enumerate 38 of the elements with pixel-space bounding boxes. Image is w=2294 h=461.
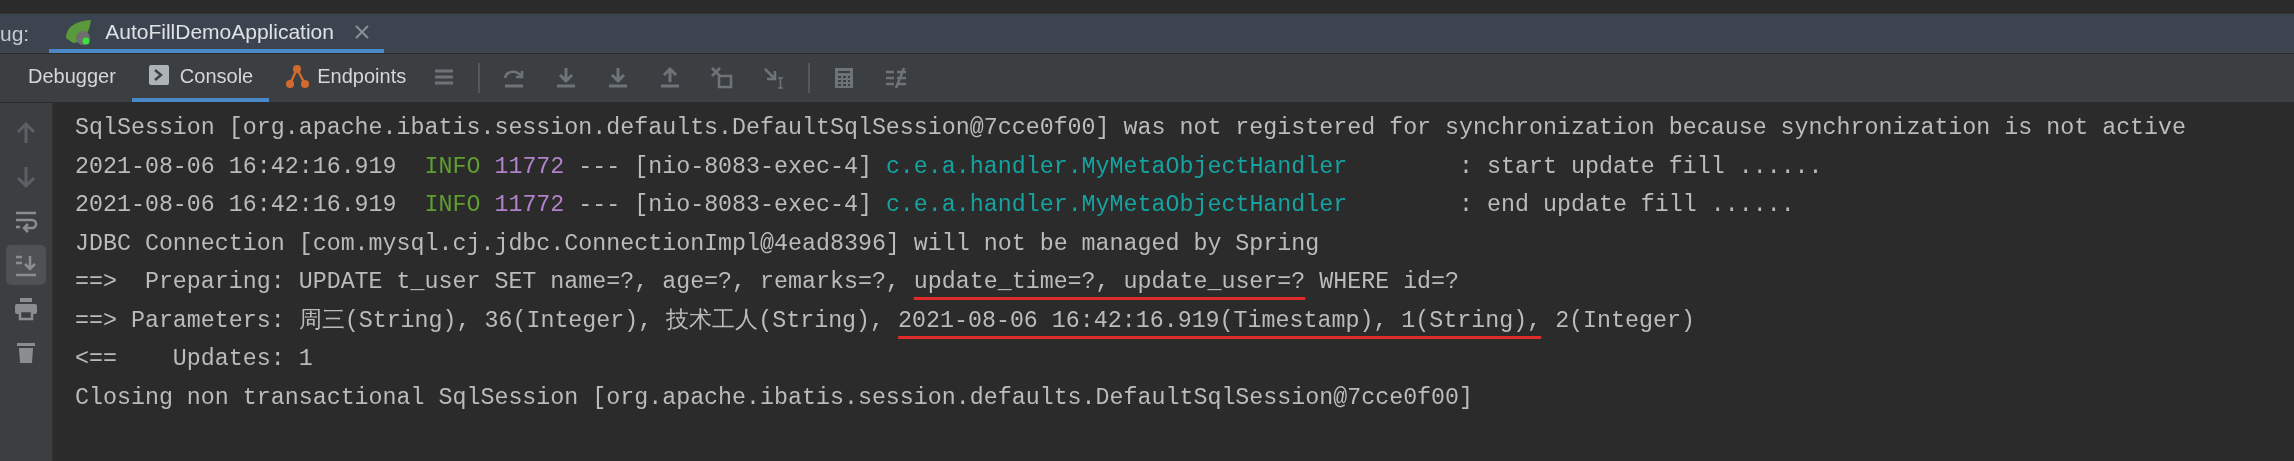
- log-text: <== Updates: 1: [75, 345, 313, 374]
- drop-frame-icon[interactable]: [710, 66, 735, 90]
- console-tab[interactable]: Console: [131, 54, 270, 102]
- log-text: SqlSession [org.apache.ibatis.session.defaults.DefaultSqlSession@7cce0f00] was not registered for synchronization because synchronization is not active: [75, 114, 2187, 143]
- log-text: JDBC Connection [com.mysql.cj.jdbc.ConnectionImpl@4ead8396] will not be managed by Spring: [75, 229, 1320, 259]
- log-text: 11772: [494, 152, 565, 182]
- log-text: : start update fill ......: [1458, 152, 1823, 182]
- console-tab[interactable]: Endpoints: [269, 54, 423, 102]
- log-text: : end update fill ......: [1458, 191, 1795, 220]
- log-text: c.e.a.handler.MyMetaObjectHandler: [885, 191, 1348, 220]
- log-text: INFO: [424, 191, 482, 220]
- nodes-icon: [285, 64, 310, 88]
- close-icon[interactable]: [354, 23, 370, 40]
- printer-icon: [14, 297, 38, 321]
- log-text: 2021-08-06 16:42:16.919: [75, 152, 398, 182]
- log-text: WHERE id=?: [1318, 268, 1460, 297]
- arrow-up-icon: [14, 121, 38, 145]
- log-text: 2(Integer): [1554, 306, 1695, 336]
- log-text: Closing non transactional SqlSession [org.apache.ibatis.session.defaults.DefaultSqlSession@7cce0f00]: [75, 383, 1474, 413]
- arrow-down-icon: [14, 165, 38, 189]
- log-text: ==> Preparing: UPDATE t_user SET name=?, age=?, remarks=?,: [75, 268, 901, 297]
- log-text: INFO: [424, 152, 482, 182]
- underlined-log-text: update_time=?, update_user=?: [913, 268, 1306, 297]
- console-tab[interactable]: Debugger: [12, 54, 132, 102]
- soft-wrap-icon: [14, 209, 38, 233]
- list-lines-icon[interactable]: [884, 66, 909, 90]
- log-text: c.e.a.handler.MyMetaObjectHandler: [885, 152, 1348, 182]
- log-text: --- [nio-8083-exec-4]: [577, 191, 873, 220]
- scroll-to-end-button[interactable]: [6, 245, 46, 285]
- underlined-log-text: 2021-08-06 16:42:16.919(Timestamp), 1(String),: [898, 306, 1542, 336]
- log-text: 2021-08-06 16:42:16.919: [75, 191, 398, 220]
- log-text: ==> Parameters: 周三(String), 36(Integer), 技术工人(String),: [75, 306, 886, 336]
- trash-icon: [14, 341, 38, 365]
- log-text: 11772: [494, 191, 565, 220]
- log-text: --- [nio-8083-exec-4]: [577, 152, 873, 182]
- panel-label: ug:: [0, 20, 30, 47]
- scroll-to-end-icon: [14, 253, 38, 277]
- console-icon: [147, 64, 172, 88]
